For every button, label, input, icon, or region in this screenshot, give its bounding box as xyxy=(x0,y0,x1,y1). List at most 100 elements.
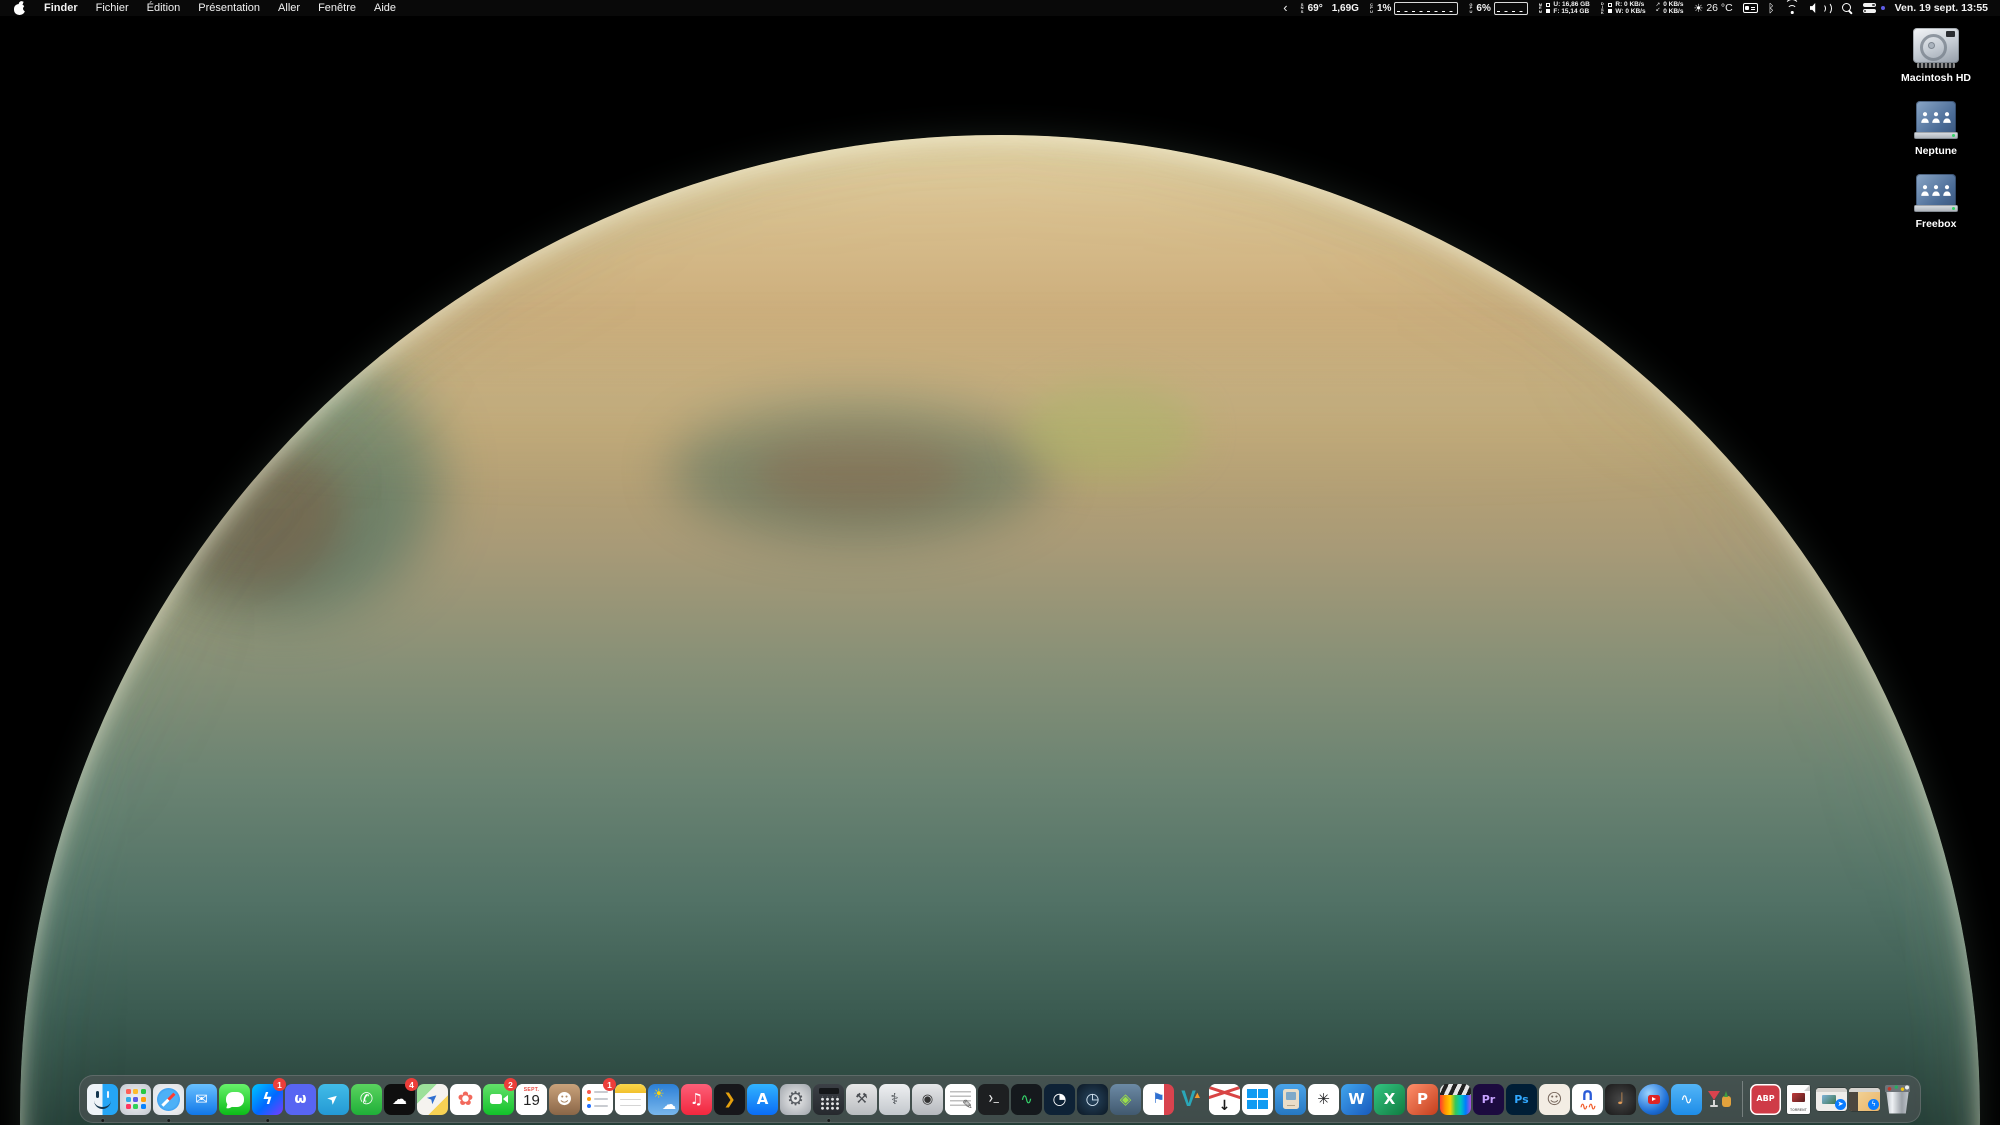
dock-classic-mac-emulator[interactable] xyxy=(1274,1076,1307,1122)
app-icon-word[interactable]: W xyxy=(1341,1084,1372,1115)
app-icon-telegram[interactable]: ➤ xyxy=(318,1084,349,1115)
app-icon-textedit[interactable]: ✎ xyxy=(945,1084,976,1115)
app-icon-calendar[interactable]: SEPT.19 xyxy=(516,1084,547,1115)
app-icon-mail[interactable]: ✉ xyxy=(186,1084,217,1115)
app-icon-windows-app[interactable] xyxy=(1242,1084,1273,1115)
app-icon-system-settings[interactable]: ⚙ xyxy=(780,1084,811,1115)
dock-discord[interactable]: ω xyxy=(284,1076,317,1122)
dock-garageband[interactable]: ♩ xyxy=(1604,1076,1637,1122)
app-icon-disk-speed-test[interactable]: ◷ xyxy=(1077,1084,1108,1115)
dock-speedtest[interactable]: ◔ xyxy=(1043,1076,1076,1122)
volume-icon[interactable] xyxy=(1810,2,1832,15)
spotlight-icon[interactable] xyxy=(1842,3,1853,14)
app-icon-trash[interactable] xyxy=(1882,1084,1913,1115)
dock-premiere-pro[interactable]: Pr xyxy=(1472,1076,1505,1122)
app-icon-flag-utility[interactable]: ⚑ xyxy=(1143,1084,1174,1115)
app-icon-finder[interactable] xyxy=(87,1084,118,1115)
menu-finder[interactable]: Finder xyxy=(35,2,87,14)
wifi-icon[interactable] xyxy=(1785,3,1800,14)
app-icon-launchpad[interactable] xyxy=(120,1084,151,1115)
dock-telegram[interactable]: ➤ xyxy=(317,1076,350,1122)
app-icon-cocktail-app[interactable] xyxy=(1704,1084,1735,1115)
dock-calendar[interactable]: SEPT.19 xyxy=(515,1076,548,1122)
status-memory[interactable]: MEMU: 16,86 GB F: 15,14 GB xyxy=(1538,1,1590,15)
app-icon-powerpoint[interactable]: P xyxy=(1407,1084,1438,1115)
widget-card-icon[interactable] xyxy=(1743,3,1758,14)
app-icon-vuescan[interactable]: V▲ xyxy=(1176,1084,1207,1115)
dock-photos[interactable]: ✿ xyxy=(449,1076,482,1122)
desktop-icon-macintosh-hd[interactable]: Macintosh HD xyxy=(1880,28,1992,84)
app-icon-youtube-downloader[interactable] xyxy=(1638,1084,1669,1115)
dock-pacifist[interactable]: ↓ xyxy=(1208,1076,1241,1122)
dock-disk-speed-test[interactable]: ◷ xyxy=(1076,1076,1109,1122)
dock-vuescan[interactable]: V▲ xyxy=(1175,1076,1208,1122)
app-icon-adblock-plus[interactable]: ABP xyxy=(1750,1084,1781,1115)
app-icon-calculator[interactable] xyxy=(813,1084,844,1115)
dock-gimp[interactable]: ☺ xyxy=(1538,1076,1571,1122)
dock-torrent-file[interactable]: TORRENT xyxy=(1782,1076,1815,1122)
app-icon-premiere-pro[interactable]: Pr xyxy=(1473,1084,1504,1115)
status-weather[interactable]: ☀26 °C xyxy=(1693,2,1732,15)
dock-word[interactable]: W xyxy=(1340,1076,1373,1122)
bluetooth-icon[interactable]: ᛒ xyxy=(1768,1,1775,15)
app-icon-garageband[interactable]: ♩ xyxy=(1605,1084,1636,1115)
dock-flag-utility[interactable]: ⚑ xyxy=(1142,1076,1175,1122)
status-collapse-chevron[interactable]: ‹ xyxy=(1281,3,1289,13)
app-icon-notes[interactable] xyxy=(615,1084,646,1115)
menu-fenêtre[interactable]: Fenêtre xyxy=(309,2,365,14)
app-icon-gimp[interactable]: ☺ xyxy=(1539,1084,1570,1115)
app-icon-messages[interactable] xyxy=(219,1084,250,1115)
menu-aller[interactable]: Aller xyxy=(269,2,309,14)
app-icon-final-cut-pro[interactable] xyxy=(1440,1084,1471,1115)
menu-fichier[interactable]: Fichier xyxy=(87,2,138,14)
desktop-icon-freebox[interactable]: Freebox xyxy=(1880,174,1992,230)
dock-contacts[interactable]: ☻ xyxy=(548,1076,581,1122)
dock-calculator[interactable] xyxy=(812,1076,845,1122)
dock-app-store[interactable]: A xyxy=(746,1076,779,1122)
app-icon-music[interactable]: ♫ xyxy=(681,1084,712,1115)
app-icon-drawing-app[interactable]: ∿ xyxy=(1671,1084,1702,1115)
dock-messages[interactable] xyxy=(218,1076,251,1122)
dock-music[interactable]: ♫ xyxy=(680,1076,713,1122)
app-icon-photoshop[interactable]: Ps xyxy=(1506,1084,1537,1115)
dock-photoshop[interactable]: Ps xyxy=(1505,1076,1538,1122)
menu-aide[interactable]: Aide xyxy=(365,2,405,14)
app-icon-weather[interactable]: ☀☁ xyxy=(648,1084,679,1115)
app-icon-activity-monitor[interactable]: ∿ xyxy=(1011,1084,1042,1115)
dock-textedit[interactable]: ✎ xyxy=(944,1076,977,1122)
dock-finder[interactable] xyxy=(86,1076,119,1122)
dock-reminders[interactable]: 1 xyxy=(581,1076,614,1122)
dock-audacity[interactable]: ∩∿∿ xyxy=(1571,1076,1604,1122)
app-icon-photos[interactable]: ✿ xyxy=(450,1084,481,1115)
dock-mail[interactable]: ✉ xyxy=(185,1076,218,1122)
app-icon-screenshot-utility[interactable]: ◉ xyxy=(912,1084,943,1115)
dock-screenshot-utility[interactable]: ◉ xyxy=(911,1076,944,1122)
dock-plex[interactable]: ❯ xyxy=(713,1076,746,1122)
dock-chatgpt[interactable]: ✳ xyxy=(1307,1076,1340,1122)
dock-launchpad[interactable] xyxy=(119,1076,152,1122)
dock-cocktail-app[interactable] xyxy=(1703,1076,1736,1122)
app-icon-cube-utility[interactable]: ◈ xyxy=(1110,1084,1141,1115)
status-disk[interactable]: DISKR: 0 KB/s W: 0 KB/s xyxy=(1600,1,1646,15)
app-icon-maps[interactable]: ➤ xyxy=(417,1084,448,1115)
desktop-icon-neptune[interactable]: Neptune xyxy=(1880,101,1992,157)
dock-youtube-downloader[interactable] xyxy=(1637,1076,1670,1122)
dock-terminal[interactable]: ❯_ xyxy=(977,1076,1010,1122)
app-icon-plex[interactable]: ❯ xyxy=(714,1084,745,1115)
app-icon-minimized-messenger-window[interactable]: ϟ xyxy=(1849,1084,1880,1115)
dock-final-cut-pro[interactable] xyxy=(1439,1076,1472,1122)
app-icon-terminal[interactable]: ❯_ xyxy=(978,1084,1009,1115)
app-icon-speedtest[interactable]: ◔ xyxy=(1044,1084,1075,1115)
dock-activity-monitor[interactable]: ∿ xyxy=(1010,1076,1043,1122)
menu-édition[interactable]: Édition xyxy=(138,2,190,14)
dock-facetime[interactable]: 2 xyxy=(482,1076,515,1122)
dock-notes[interactable] xyxy=(614,1076,647,1122)
dock-trash[interactable] xyxy=(1881,1076,1914,1122)
app-icon-contacts[interactable]: ☻ xyxy=(549,1084,580,1115)
dock-powerpoint[interactable]: P xyxy=(1406,1076,1439,1122)
app-icon-discord[interactable]: ω xyxy=(285,1084,316,1115)
app-icon-chatgpt[interactable]: ✳ xyxy=(1308,1084,1339,1115)
dock-system-settings[interactable]: ⚙ xyxy=(779,1076,812,1122)
dock-snapchat[interactable]: ☁4 xyxy=(383,1076,416,1122)
status-network[interactable]: ↗↙0 KB/s 0 KB/s xyxy=(1656,1,1684,15)
